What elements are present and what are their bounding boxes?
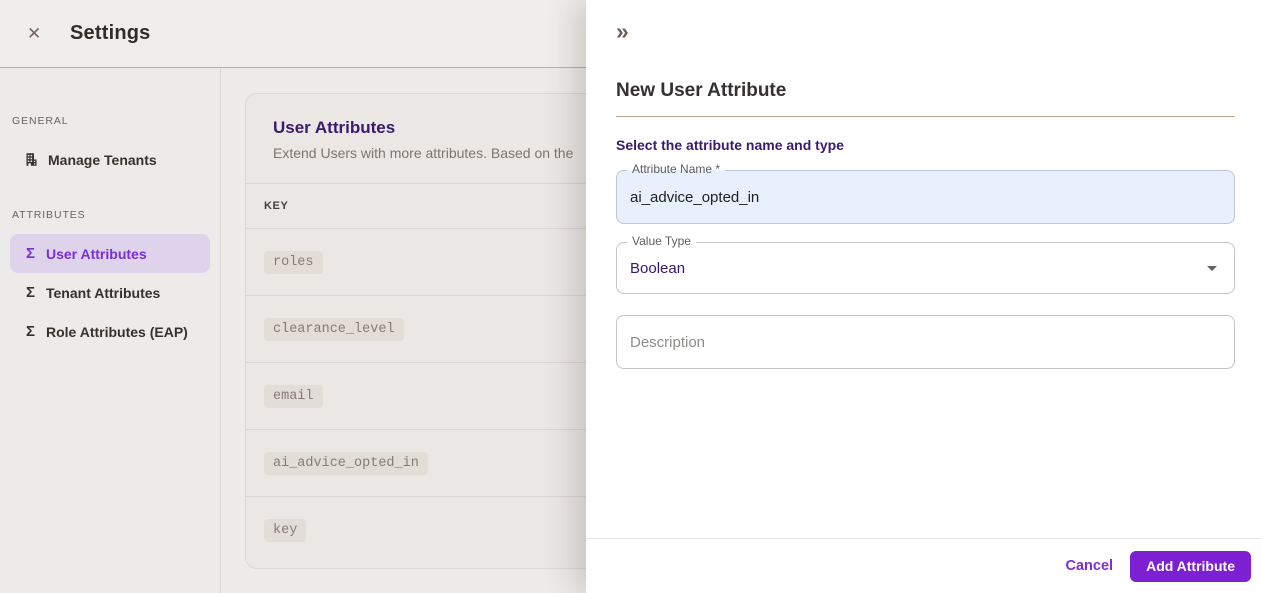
sidebar-item-tenant-attributes[interactable]: Σ Tenant Attributes xyxy=(10,273,210,312)
value-type-select[interactable]: Value Type Boolean xyxy=(616,234,1235,294)
attribute-name-label: Attribute Name * xyxy=(627,162,726,177)
sidebar-section-general: GENERAL xyxy=(12,115,69,127)
cancel-button[interactable]: Cancel xyxy=(1066,558,1114,574)
drawer-divider xyxy=(616,116,1235,117)
page-title: Settings xyxy=(70,22,151,44)
double-chevron-right-icon[interactable]: » xyxy=(616,20,629,43)
sidebar-item-label: Tenant Attributes xyxy=(46,284,161,301)
sidebar-item-user-attributes[interactable]: Σ User Attributes xyxy=(10,234,210,273)
sigma-icon: Σ xyxy=(25,245,35,262)
attribute-key-chip: key xyxy=(264,519,307,542)
sidebar-item-role-attributes[interactable]: Σ Role Attributes (EAP) xyxy=(10,312,210,351)
new-user-attribute-drawer: » New User Attribute Select the attribut… xyxy=(586,0,1261,593)
sidebar-item-label: Role Attributes (EAP) xyxy=(46,323,188,340)
close-icon[interactable]: ✕ xyxy=(27,25,44,42)
column-header-key: KEY xyxy=(264,200,289,212)
attribute-name-value: ai_advice_opted_in xyxy=(630,188,760,206)
sigma-icon: Σ xyxy=(25,323,35,340)
sidebar-item-manage-tenants[interactable]: Manage Tenants xyxy=(10,140,210,179)
value-type-label: Value Type xyxy=(627,234,696,249)
attribute-key-chip: clearance_level xyxy=(264,317,404,341)
attribute-key-chip: email xyxy=(264,384,323,408)
settings-sidebar: GENERAL Manage Tenants ATTRIBUTES Σ User… xyxy=(0,69,221,593)
value-type-value: Boolean xyxy=(630,259,686,277)
description-field[interactable]: Description xyxy=(616,315,1235,369)
settings-window: ✕ Settings GENERAL Manage Tenants ATTRIB… xyxy=(0,0,1261,593)
sigma-icon: Σ xyxy=(25,284,35,301)
add-attribute-button[interactable]: Add Attribute xyxy=(1130,550,1251,582)
sidebar-section-attributes: ATTRIBUTES xyxy=(12,209,86,221)
sidebar-item-label: Manage Tenants xyxy=(48,151,157,168)
attribute-name-field[interactable]: Attribute Name * ai_advice_opted_in xyxy=(616,162,1235,224)
sidebar-item-label: User Attributes xyxy=(46,245,147,262)
description-placeholder: Description xyxy=(630,333,706,351)
drawer-footer: Cancel Add Attribute xyxy=(586,538,1261,593)
chevron-down-icon xyxy=(1207,266,1217,271)
drawer-section-label: Select the attribute name and type xyxy=(616,137,844,153)
building-icon xyxy=(24,152,39,167)
attribute-key-chip: ai_advice_opted_in xyxy=(264,451,428,475)
attribute-key-chip: roles xyxy=(264,250,323,274)
drawer-title: New User Attribute xyxy=(616,80,787,101)
